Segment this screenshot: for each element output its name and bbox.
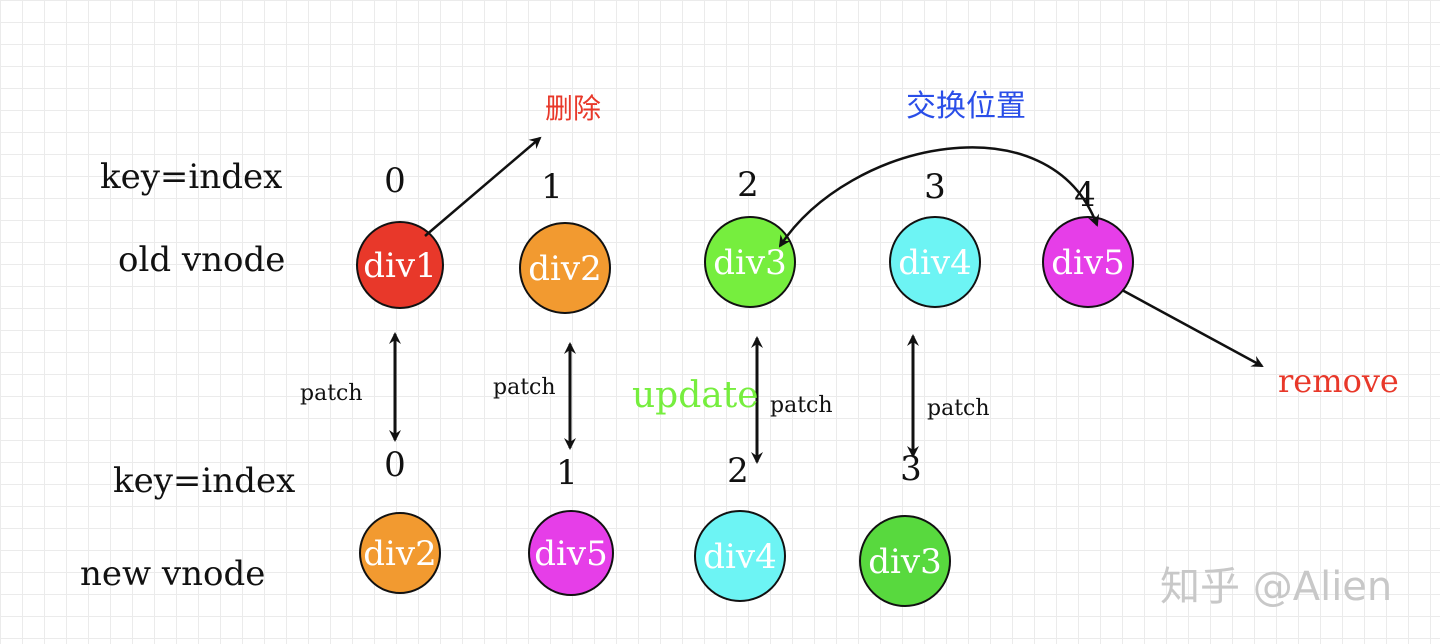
delete-arrow xyxy=(424,136,542,237)
old-index-1: 1 xyxy=(541,167,563,207)
remove-arrow xyxy=(1121,288,1264,368)
patch-label-3: patch xyxy=(927,396,990,421)
new-node-div5-label: div5 xyxy=(534,534,607,574)
old-vnode-label: old vnode xyxy=(118,240,285,280)
remove-label: remove xyxy=(1278,362,1399,400)
old-node-div1-label: div1 xyxy=(363,246,436,286)
update-label: update xyxy=(632,375,759,416)
delete-label: 删除 xyxy=(545,92,601,125)
watermark: 知乎 @Alien xyxy=(1160,564,1392,610)
old-node-div2: div2 xyxy=(519,222,611,314)
old-node-div4-label: div4 xyxy=(898,243,971,283)
old-node-div5-label: div5 xyxy=(1051,243,1124,283)
new-index-3: 3 xyxy=(900,449,922,489)
new-node-div4-label: div4 xyxy=(703,537,776,577)
old-index-3: 3 xyxy=(924,167,946,207)
new-node-div3: div3 xyxy=(859,515,951,607)
old-key-label: key=index xyxy=(100,157,282,197)
new-node-div5: div5 xyxy=(528,510,614,596)
old-node-div5: div5 xyxy=(1042,216,1134,308)
patch-label-2: patch xyxy=(770,393,833,418)
new-key-label: key=index xyxy=(113,461,295,501)
new-index-0: 0 xyxy=(384,445,406,485)
new-node-div2-label: div2 xyxy=(363,534,436,574)
old-node-div2-label: div2 xyxy=(528,249,601,289)
diagram-canvas: key=index old vnode key=index new vnode … xyxy=(80,89,1399,610)
new-node-div2: div2 xyxy=(359,512,441,594)
old-node-div3-label: div3 xyxy=(713,243,786,283)
new-index-2: 2 xyxy=(727,451,749,491)
old-index-4: 4 xyxy=(1074,175,1096,215)
old-index-2: 2 xyxy=(737,165,759,205)
old-node-div3: div3 xyxy=(704,216,796,308)
swap-label: 交换位置 xyxy=(906,89,1026,124)
new-vnode-label: new vnode xyxy=(80,554,265,594)
new-node-div4: div4 xyxy=(694,510,786,602)
old-node-div1: div1 xyxy=(356,221,444,309)
new-node-div3-label: div3 xyxy=(868,542,941,582)
old-index-0: 0 xyxy=(384,161,406,201)
old-node-div4: div4 xyxy=(889,216,981,308)
patch-label-0: patch xyxy=(300,381,363,406)
patch-label-1: patch xyxy=(493,375,556,400)
new-index-1: 1 xyxy=(556,453,578,493)
